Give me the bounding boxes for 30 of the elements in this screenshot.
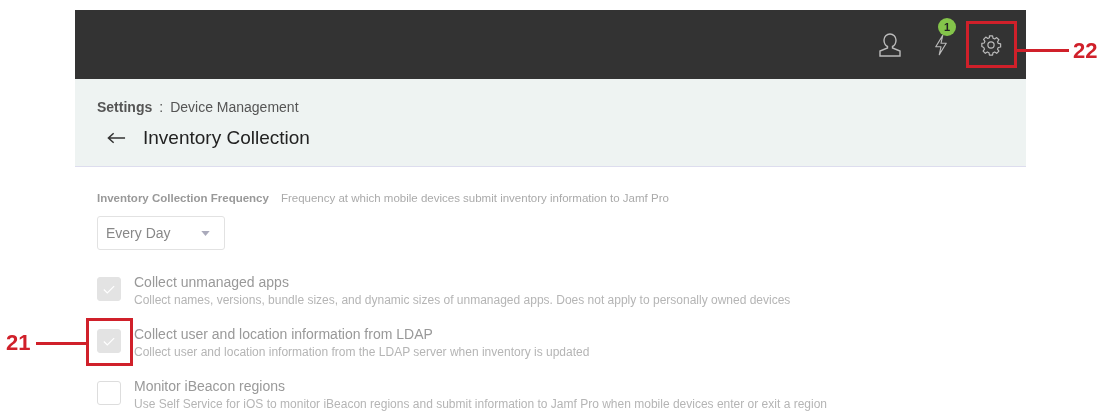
option-description: Collect user and location information from the LDAP server when inventory is updated (134, 345, 590, 359)
page-title: Inventory Collection (143, 127, 310, 149)
notification-badge: 1 (938, 17, 956, 36)
callout-number: 21 (6, 332, 31, 354)
settings-icon[interactable] (980, 33, 1002, 56)
breadcrumb-link[interactable]: Settings (97, 99, 153, 115)
option-description: Use Self Service for iOS to monitor iBeacon regions and submit information to Jamf Pro when mobile devices enter or exit a region (134, 397, 827, 411)
checkbox[interactable] (97, 381, 121, 405)
user-icon[interactable] (878, 31, 902, 58)
checkbox[interactable] (97, 329, 121, 353)
callout-box (86, 318, 133, 366)
callout-number: 22 (1073, 40, 1098, 62)
lightning-icon[interactable] (934, 33, 948, 56)
leader-line (36, 342, 88, 345)
breadcrumb-current: Device Management (170, 99, 299, 115)
frequency-dropdown[interactable]: Every Day (97, 216, 225, 250)
checkbox[interactable] (97, 277, 121, 301)
check-icon (103, 284, 115, 294)
check-icon (103, 336, 115, 346)
field-description: Frequency at which mobile devices submit inventory information to Jamf Pro (280, 192, 669, 204)
leader-line (1017, 49, 1069, 52)
caret-icon (201, 230, 210, 236)
option-label: Monitor iBeacon regions (134, 378, 286, 394)
breadcrumb-separator: : (159, 99, 164, 115)
callout-box (966, 21, 1017, 68)
option-label: Collect user and location information from LDAP (134, 326, 434, 342)
field-label: Inventory Collection Frequency (97, 192, 269, 204)
option-label: Collect unmanaged apps (134, 274, 290, 290)
back-arrow-icon[interactable] (107, 132, 126, 144)
option-description: Collect names, versions, bundle sizes, and dynamic sizes of unmanaged apps. Does not apply to personally owned devices (134, 293, 791, 307)
